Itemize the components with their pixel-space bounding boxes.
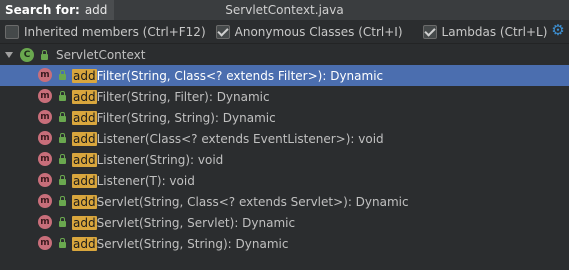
anonymous-classes-checkbox[interactable]: [215, 25, 230, 39]
lock-icon: [41, 50, 48, 60]
method-icon: m: [38, 68, 52, 82]
tree-method-row[interactable]: m addServlet(String, Class<? extends Serv…: [0, 191, 569, 212]
method-label: addServlet(String, Servlet): Dynamic: [72, 215, 296, 230]
search-match-highlight: add: [72, 173, 97, 188]
search-match-highlight: add: [72, 110, 97, 125]
tree-method-row[interactable]: m addFilter(String, Class<? extends Filte…: [0, 65, 569, 86]
tree-method-row[interactable]: m addServlet(String, String): Dynamic: [0, 233, 569, 254]
search-match-highlight: add: [72, 131, 97, 146]
method-list: m addFilter(String, Class<? extends Filte…: [0, 65, 569, 254]
lock-icon: [59, 196, 66, 206]
lock-icon: [59, 91, 66, 101]
options-bar: Inherited members (Ctrl+F12) Anonymous C…: [0, 21, 569, 43]
method-icon: m: [38, 110, 52, 124]
method-icon: m: [38, 131, 52, 145]
method-icon: m: [38, 89, 52, 103]
tree-method-row[interactable]: m addListener(Class<? extends EventListen…: [0, 128, 569, 149]
expand-arrow-icon[interactable]: [5, 51, 13, 59]
lock-icon: [59, 133, 66, 143]
method-signature: Servlet(String, Servlet): Dynamic: [96, 215, 296, 230]
search-label: Search for:: [5, 3, 80, 17]
method-icon: m: [38, 236, 52, 250]
lock-icon: [59, 238, 66, 248]
structure-tree: C ServletContext m addFilter(String, Clas…: [0, 44, 569, 254]
tree-method-row[interactable]: m addFilter(String, Filter): Dynamic: [0, 86, 569, 107]
lambdas-option[interactable]: Lambdas (Ctrl+L): [422, 25, 548, 39]
lock-icon: [59, 175, 66, 185]
tree-method-row[interactable]: m addListener(String): void: [0, 149, 569, 170]
lambdas-label: Lambdas (Ctrl+L): [441, 25, 548, 39]
gear-icon[interactable]: ⚙: [550, 22, 566, 38]
search-field[interactable]: Search for: add: [0, 0, 114, 20]
method-label: addFilter(String, Filter): Dynamic: [72, 89, 270, 104]
class-icon: C: [20, 47, 34, 62]
lock-icon: [59, 154, 66, 164]
method-signature: Listener(String): void: [96, 152, 224, 167]
method-label: addListener(T): void: [72, 173, 195, 188]
method-signature: Listener(Class<? extends EventListener>)…: [96, 131, 384, 146]
tree-root-node[interactable]: C ServletContext: [0, 44, 569, 65]
method-signature: Listener(T): void: [96, 173, 195, 188]
inherited-members-option[interactable]: Inherited members (Ctrl+F12): [5, 25, 206, 39]
method-icon: m: [38, 215, 52, 229]
lock-icon: [59, 112, 66, 122]
method-icon: m: [38, 173, 52, 187]
search-match-highlight: add: [72, 68, 97, 83]
anonymous-classes-label: Anonymous Classes (Ctrl+I): [234, 25, 403, 39]
method-icon: m: [38, 152, 52, 166]
inherited-members-label: Inherited members (Ctrl+F12): [24, 25, 206, 39]
method-label: addServlet(String, Class<? extends Servl…: [72, 194, 409, 209]
lambdas-checkbox[interactable]: [422, 25, 437, 39]
method-signature: Filter(String, String): Dynamic: [96, 110, 276, 125]
method-label: addListener(String): void: [72, 152, 224, 167]
search-match-highlight: add: [72, 215, 97, 230]
root-label: ServletContext: [56, 47, 146, 62]
method-label: addFilter(String, String): Dynamic: [72, 110, 276, 125]
lock-icon: [59, 70, 66, 80]
method-icon: m: [38, 194, 52, 208]
search-input[interactable]: add: [85, 3, 108, 17]
method-label: addServlet(String, String): Dynamic: [72, 236, 289, 251]
lock-icon: [59, 217, 66, 227]
method-label: addListener(Class<? extends EventListene…: [72, 131, 384, 146]
search-match-highlight: add: [72, 152, 97, 167]
search-match-highlight: add: [72, 236, 97, 251]
method-signature: Servlet(String, Class<? extends Servlet>…: [96, 194, 409, 209]
search-match-highlight: add: [72, 89, 97, 104]
method-signature: Servlet(String, String): Dynamic: [96, 236, 289, 251]
method-signature: Filter(String, Filter): Dynamic: [96, 89, 270, 104]
method-signature: Filter(String, Class<? extends Filter>):…: [96, 68, 384, 83]
method-label: addFilter(String, Class<? extends Filter…: [72, 68, 384, 83]
search-match-highlight: add: [72, 194, 97, 209]
inherited-members-checkbox[interactable]: [5, 25, 19, 39]
title-bar: Search for: add ServletContext.java: [0, 0, 569, 20]
anonymous-classes-option[interactable]: Anonymous Classes (Ctrl+I): [215, 25, 403, 39]
tree-method-row[interactable]: m addFilter(String, String): Dynamic: [0, 107, 569, 128]
tree-method-row[interactable]: m addListener(T): void: [0, 170, 569, 191]
tree-method-row[interactable]: m addServlet(String, Servlet): Dynamic: [0, 212, 569, 233]
